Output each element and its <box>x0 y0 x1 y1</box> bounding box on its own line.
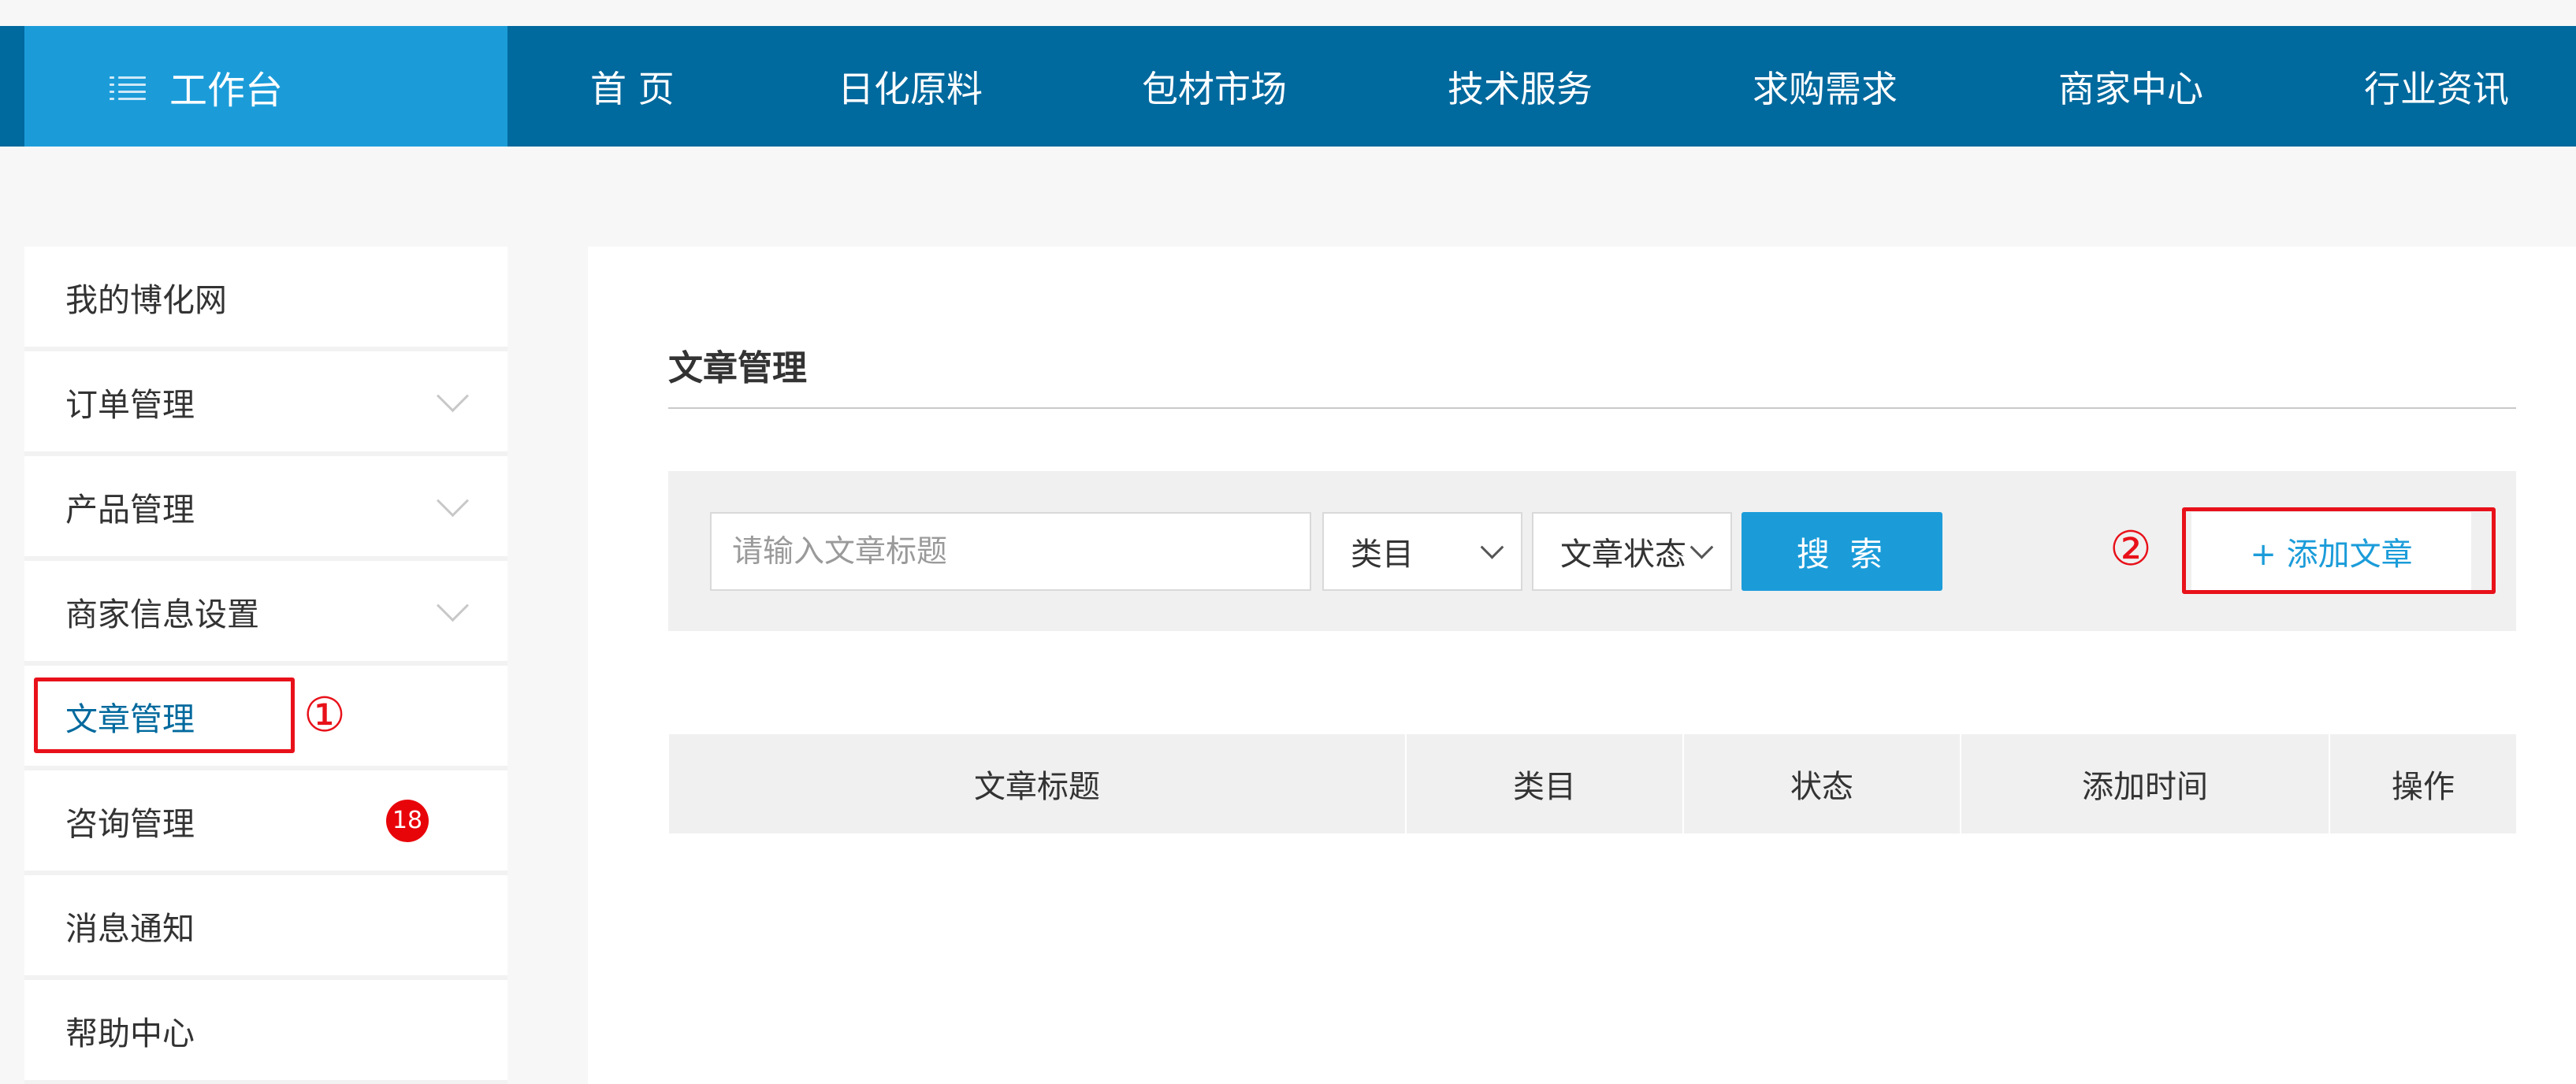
sidebar-item-help[interactable]: 帮助中心 <box>24 980 507 1080</box>
chevron-down-icon <box>1480 535 1504 559</box>
sidebar-item-label: 商家信息设置 <box>65 595 259 633</box>
article-status-select[interactable]: 文章状态 <box>1532 512 1732 591</box>
category-select-value: 类目 <box>1351 536 1414 573</box>
sidebar-item-inquiries[interactable]: 咨询管理 18 <box>24 770 507 871</box>
nav-item-packaging-market[interactable]: 包材市场 <box>1142 26 1287 147</box>
sidebar: 我的博化网 订单管理 产品管理 商家信息设置 文章管理 咨询管理 18 消息通知… <box>24 247 507 1084</box>
sidebar-item-label: 我的博化网 <box>65 280 227 319</box>
column-header-added-time: 添加时间 <box>2082 769 2208 805</box>
nav-item-tech-services[interactable]: 技术服务 <box>1448 26 1593 147</box>
sidebar-item-notifications[interactable]: 消息通知 <box>24 875 507 975</box>
workbench-label: 工作台 <box>169 68 284 113</box>
article-title-search-input[interactable] <box>710 512 1311 591</box>
category-select[interactable]: 类目 <box>1322 512 1522 591</box>
unread-count-badge: 18 <box>386 799 429 842</box>
chevron-down-icon <box>436 588 470 622</box>
annotation-box-1 <box>34 678 295 753</box>
sidebar-item-merchant-settings[interactable]: 商家信息设置 <box>24 561 507 661</box>
sidebar-item-label: 帮助中心 <box>65 1014 195 1052</box>
chevron-down-icon <box>436 484 470 517</box>
sidebar-item-label: 咨询管理 <box>65 804 195 843</box>
nav-item-purchase-demand[interactable]: 求购需求 <box>1753 26 1898 147</box>
sidebar-item-label: 消息通知 <box>65 909 195 948</box>
annotation-marker-1: ① <box>303 688 346 743</box>
search-button[interactable]: 搜 索 <box>1741 512 1942 591</box>
nav-item-merchant-center[interactable]: 商家中心 <box>2058 26 2203 147</box>
main-panel: 文章管理 类目 文章状态 搜 索 + 添加文章 文章标题 类目 状态 添加时间 … <box>588 247 2576 1084</box>
annotation-marker-2: ② <box>2109 522 2152 577</box>
nav-item-industry-news[interactable]: 行业资讯 <box>2364 26 2509 147</box>
workbench-button[interactable]: 工作台 <box>24 26 507 147</box>
column-header-actions: 操作 <box>2392 769 2455 805</box>
status-select-value: 文章状态 <box>1560 536 1686 573</box>
column-header-category: 类目 <box>1513 769 1576 805</box>
column-header-status: 状态 <box>1790 769 1853 805</box>
nav-item-home[interactable]: 首 页 <box>590 26 675 147</box>
sidebar-item-my-account[interactable]: 我的博化网 <box>24 247 507 347</box>
column-header-title: 文章标题 <box>974 769 1100 805</box>
sidebar-item-products[interactable]: 产品管理 <box>24 456 507 556</box>
annotation-box-2 <box>2182 507 2496 594</box>
sidebar-item-orders[interactable]: 订单管理 <box>24 351 507 451</box>
page-title: 文章管理 <box>668 348 807 388</box>
title-divider <box>668 407 2516 409</box>
sidebar-item-label: 订单管理 <box>65 385 195 424</box>
table-header: 文章标题 类目 状态 添加时间 操作 <box>669 734 2516 833</box>
sidebar-item-label: 产品管理 <box>65 490 195 529</box>
nav-item-daily-chemicals[interactable]: 日化原料 <box>838 26 983 147</box>
chevron-down-icon <box>436 379 470 412</box>
chevron-down-icon <box>1689 535 1714 559</box>
list-icon <box>110 73 146 102</box>
